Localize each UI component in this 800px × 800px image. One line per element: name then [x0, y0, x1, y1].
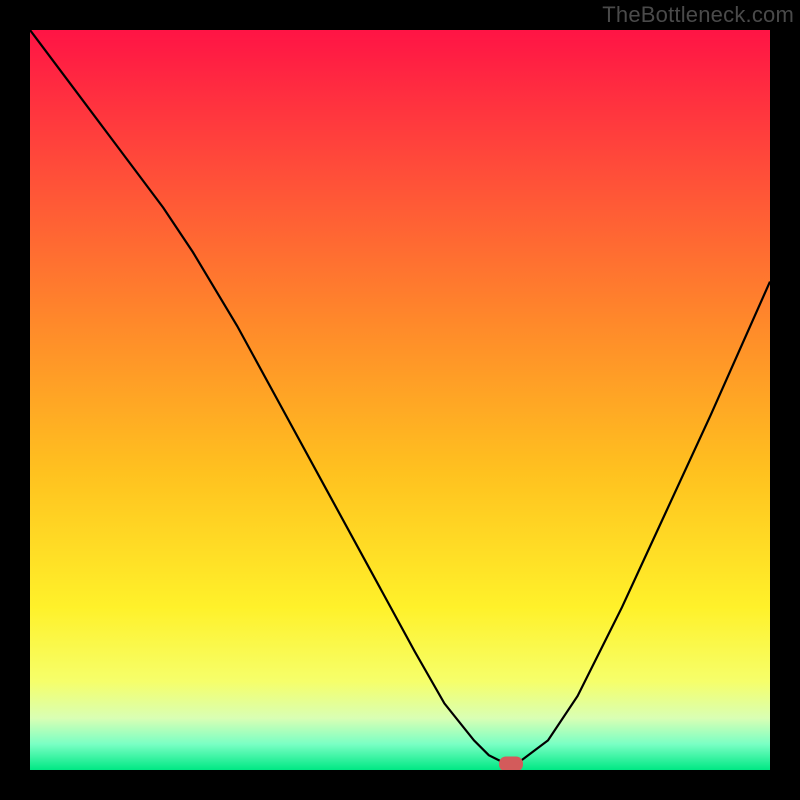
- chart-frame: TheBottleneck.com: [0, 0, 800, 800]
- chart-svg: [30, 30, 770, 770]
- watermark-text: TheBottleneck.com: [602, 2, 794, 28]
- plot-area: [30, 30, 770, 770]
- gradient-background: [30, 30, 770, 770]
- optimal-marker: [499, 757, 523, 770]
